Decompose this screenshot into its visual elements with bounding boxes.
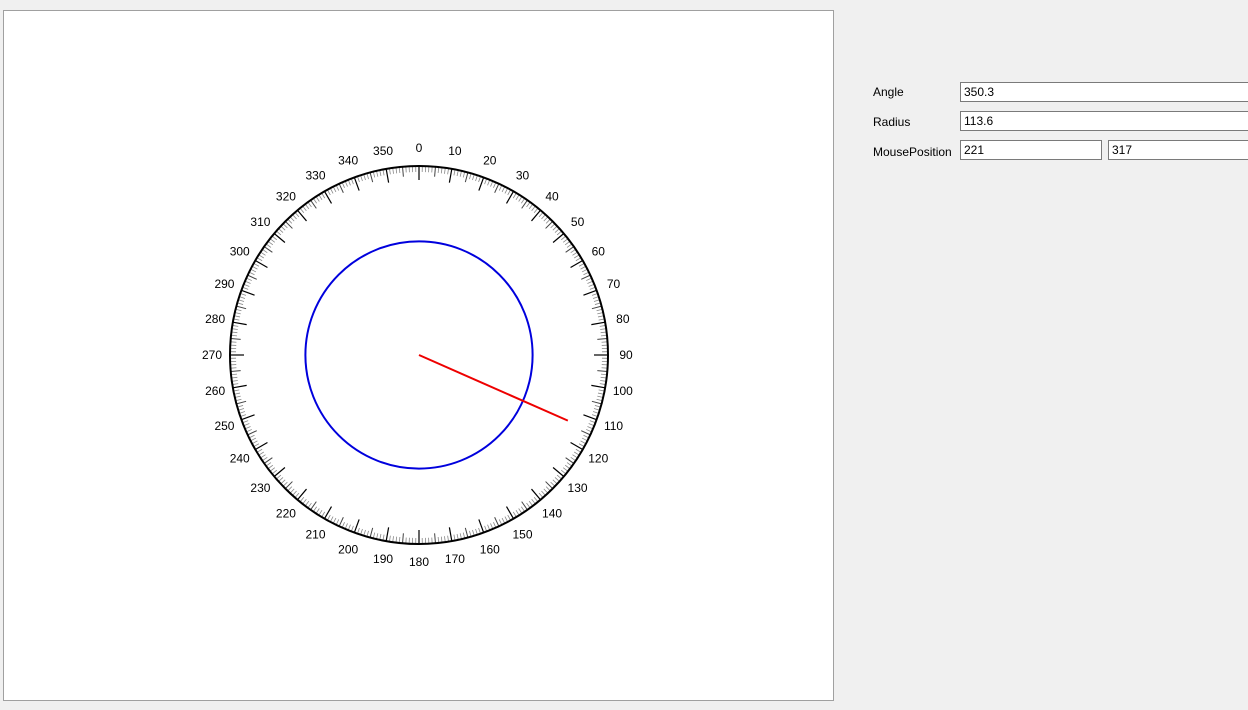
minor-tick: [230, 338, 241, 340]
major-tick: [505, 191, 515, 204]
tick-label: 320: [276, 189, 296, 203]
tick-label: 310: [250, 215, 270, 229]
major-tick: [448, 527, 453, 542]
minor-tick: [230, 370, 241, 372]
major-tick: [273, 467, 286, 477]
major-tick: [531, 488, 541, 501]
major-tick: [232, 321, 247, 326]
minor-tick: [597, 370, 608, 372]
major-tick: [385, 168, 390, 183]
tick-label: 60: [592, 245, 606, 259]
major-tick: [552, 467, 565, 477]
minor-tick: [402, 166, 404, 177]
minor-tick: [464, 527, 469, 538]
minor-tick: [591, 400, 602, 405]
angle-label: Angle: [873, 85, 904, 99]
tick-label: 200: [338, 543, 358, 557]
minor-tick: [597, 338, 608, 340]
tick-label: 350: [373, 144, 393, 158]
tick-label: 180: [409, 555, 429, 569]
angle-pointer-line[interactable]: [418, 354, 569, 422]
minor-tick: [434, 166, 436, 177]
minor-tick: [581, 430, 591, 436]
tick-label: 280: [205, 312, 225, 326]
minor-tick: [402, 533, 404, 544]
minor-tick: [591, 305, 602, 310]
radius-input[interactable]: [960, 111, 1248, 131]
minor-tick: [247, 274, 257, 280]
tick-label: 230: [250, 481, 270, 495]
tick-label: 270: [202, 348, 222, 362]
drawing-canvas[interactable]: 0 10 20 30 40 50 60 70 80 90 100 110 120 130 140 150 160…: [3, 10, 834, 701]
tick-label: 220: [276, 507, 296, 521]
minor-tick: [338, 517, 344, 527]
mouse-position-y-input[interactable]: [1108, 140, 1248, 160]
tick-label: 210: [305, 527, 325, 541]
tick-label: 20: [483, 153, 497, 167]
major-tick: [255, 441, 268, 451]
major-tick: [323, 506, 333, 519]
major-tick: [297, 488, 307, 501]
major-tick: [448, 168, 453, 183]
tick-label: 300: [230, 245, 250, 259]
tick-label: 10: [448, 144, 462, 158]
tick-label: 0: [416, 141, 423, 155]
minor-tick: [338, 183, 344, 193]
minor-tick: [236, 305, 247, 310]
major-tick: [531, 209, 541, 222]
major-tick: [591, 384, 606, 389]
tick-label: 120: [588, 452, 608, 466]
tick-label: 150: [512, 527, 532, 541]
major-tick: [552, 233, 565, 243]
tick-label: 80: [616, 312, 630, 326]
tick-labels: 0 10 20 30 40 50 60 70 80 90 100 110 120 130 140 150 160…: [202, 141, 633, 569]
major-tick: [591, 321, 606, 326]
major-tick: [505, 506, 515, 519]
tick-label: 40: [545, 189, 559, 203]
angle-input[interactable]: [960, 82, 1248, 102]
mouse-position-x-input[interactable]: [960, 140, 1102, 160]
major-tick: [255, 259, 268, 269]
tick-label: 70: [607, 277, 621, 291]
minor-tick: [464, 172, 469, 183]
minor-tick: [494, 183, 500, 193]
tick-label: 330: [305, 169, 325, 183]
tick-label: 160: [480, 543, 500, 557]
minor-tick: [581, 274, 591, 280]
tick-label: 130: [568, 481, 588, 495]
tick-label: 340: [338, 153, 358, 167]
major-tick: [570, 441, 583, 451]
tick-label: 170: [445, 552, 465, 566]
minor-tick: [434, 533, 436, 544]
tick-label: 90: [619, 348, 633, 362]
minor-tick: [369, 172, 374, 183]
major-tick: [273, 233, 286, 243]
tick-label: 30: [516, 169, 530, 183]
major-tick: [570, 259, 583, 269]
tick-label: 140: [542, 507, 562, 521]
tick-label: 100: [613, 384, 633, 398]
minor-tick: [236, 400, 247, 405]
tick-label: 190: [373, 552, 393, 566]
major-tick: [232, 384, 247, 389]
tick-label: 240: [230, 452, 250, 466]
tick-label: 50: [571, 215, 585, 229]
minor-tick: [494, 517, 500, 527]
major-tick: [385, 527, 390, 542]
tick-label: 110: [604, 419, 623, 433]
radius-label: Radius: [873, 115, 911, 129]
minor-tick: [369, 527, 374, 538]
major-tick: [297, 209, 307, 222]
tick-label: 290: [214, 277, 234, 291]
minor-tick: [247, 430, 257, 436]
mouse-position-label: MousePosition: [873, 145, 952, 159]
tick-label: 250: [214, 419, 234, 433]
major-tick: [323, 191, 333, 204]
tick-label: 260: [205, 384, 225, 398]
compass-dial[interactable]: 0 10 20 30 40 50 60 70 80 90 100 110 120 130 140 150 160…: [4, 11, 833, 700]
